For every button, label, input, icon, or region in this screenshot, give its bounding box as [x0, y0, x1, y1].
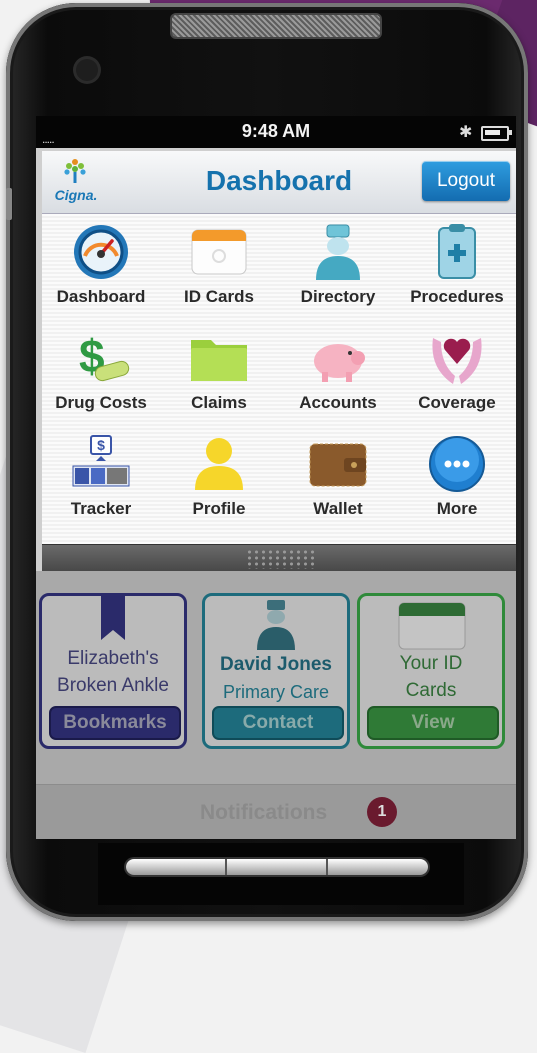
- hands-heart-icon: [432, 338, 482, 384]
- id-card-icon: [191, 229, 247, 275]
- bookmark-icon: [101, 596, 125, 640]
- card-title: Your ID: [399, 653, 463, 674]
- status-bar: ..... 9:48 AM ✱: [36, 116, 516, 148]
- menu-item-label: Accounts: [299, 393, 377, 412]
- home-button-area: [98, 843, 464, 905]
- menu-item-tracker[interactable]: $ Tracker: [42, 426, 160, 531]
- phone-frame: ..... 9:48 AM ✱ Cigna. Dashboard Logout: [6, 3, 528, 921]
- menu-item-label: Directory: [300, 287, 376, 306]
- menu-item-label: More: [436, 499, 478, 518]
- contact-button[interactable]: Contact: [212, 706, 344, 740]
- home-bar-divider: [326, 859, 328, 875]
- card-subtitle: Primary Care: [222, 682, 329, 702]
- notification-count-badge: 1: [367, 797, 397, 827]
- menu-item-accounts[interactable]: Accounts: [279, 320, 397, 425]
- wallet-icon: [309, 443, 367, 487]
- tracker-icon: $: [72, 435, 130, 487]
- bookmark-card[interactable]: Elizabeth's Broken Ankle Bookmarks: [39, 593, 187, 749]
- speaker-grill: [172, 15, 380, 37]
- screen: ..... 9:48 AM ✱ Cigna. Dashboard Logout: [36, 116, 516, 839]
- menu-item-label: Procedures: [410, 287, 504, 306]
- bookmarks-button[interactable]: Bookmarks: [49, 706, 181, 740]
- speedometer-icon: [74, 225, 128, 279]
- menu-item-drug-costs[interactable]: $ Drug Costs: [42, 320, 160, 425]
- status-time: 9:48 AM: [241, 121, 311, 141]
- dashboard-background: Elizabeth's Broken Ankle Bookmarks David…: [36, 571, 516, 839]
- menu-item-dashboard[interactable]: Dashboard: [42, 214, 160, 319]
- svg-text:$: $: [97, 437, 105, 453]
- dashboard-menu-grid: Dashboard ID Cards Directory Procedures …: [42, 214, 516, 544]
- notifications-label: Notifications: [200, 801, 328, 824]
- menu-item-id-cards[interactable]: ID Cards: [160, 214, 278, 319]
- home-button[interactable]: [126, 859, 428, 875]
- menu-item-label: ID Cards: [184, 287, 254, 306]
- volume-button[interactable]: [6, 188, 12, 220]
- menu-item-profile[interactable]: Profile: [160, 426, 278, 531]
- drawer-handle[interactable]: [42, 544, 516, 572]
- view-button[interactable]: View: [367, 706, 499, 740]
- menu-item-label: Coverage: [418, 393, 496, 412]
- home-bar-divider: [225, 859, 227, 875]
- menu-item-label: Dashboard: [56, 287, 146, 306]
- id-card-card[interactable]: Your ID Cards View: [357, 593, 505, 749]
- menu-item-directory[interactable]: Directory: [279, 214, 397, 319]
- menu-item-label: Drug Costs: [55, 393, 147, 412]
- notifications-bar[interactable]: Notifications 1: [36, 784, 516, 839]
- piggy-bank-icon: [314, 344, 365, 382]
- pill-dollar-icon: $: [79, 330, 130, 382]
- person-icon: [195, 438, 243, 490]
- contact-card[interactable]: David Jones Primary Care Contact: [202, 593, 350, 749]
- menu-item-claims[interactable]: Claims: [160, 320, 278, 425]
- nav-bar: Cigna. Dashboard Logout: [42, 151, 516, 214]
- front-camera: [76, 59, 98, 81]
- more-icon: [429, 436, 485, 492]
- card-subtitle: Broken Ankle: [57, 675, 169, 696]
- id-card-icon: [398, 602, 466, 650]
- menu-item-wallet[interactable]: Wallet: [279, 426, 397, 531]
- menu-item-label: Claims: [191, 393, 247, 412]
- menu-item-coverage[interactable]: Coverage: [398, 320, 516, 425]
- card-title: David Jones: [220, 654, 332, 675]
- card-subtitle: Cards: [405, 680, 457, 701]
- menu-item-label: Wallet: [313, 499, 363, 518]
- doctor-icon: [257, 600, 295, 650]
- battery-icon: [481, 126, 512, 141]
- bluetooth-icon: ✱: [459, 124, 473, 141]
- menu-item-label: Tracker: [70, 499, 132, 518]
- folder-icon: [191, 340, 247, 381]
- menu-item-more[interactable]: More: [398, 426, 516, 531]
- clipboard-medical-icon: [438, 224, 476, 279]
- logout-button[interactable]: Logout: [422, 161, 510, 201]
- card-title: Elizabeth's: [67, 648, 159, 669]
- menu-item-procedures[interactable]: Procedures: [398, 214, 516, 319]
- doctor-icon: [316, 224, 360, 280]
- grip-icon: [246, 549, 316, 569]
- menu-item-label: Profile: [192, 499, 246, 518]
